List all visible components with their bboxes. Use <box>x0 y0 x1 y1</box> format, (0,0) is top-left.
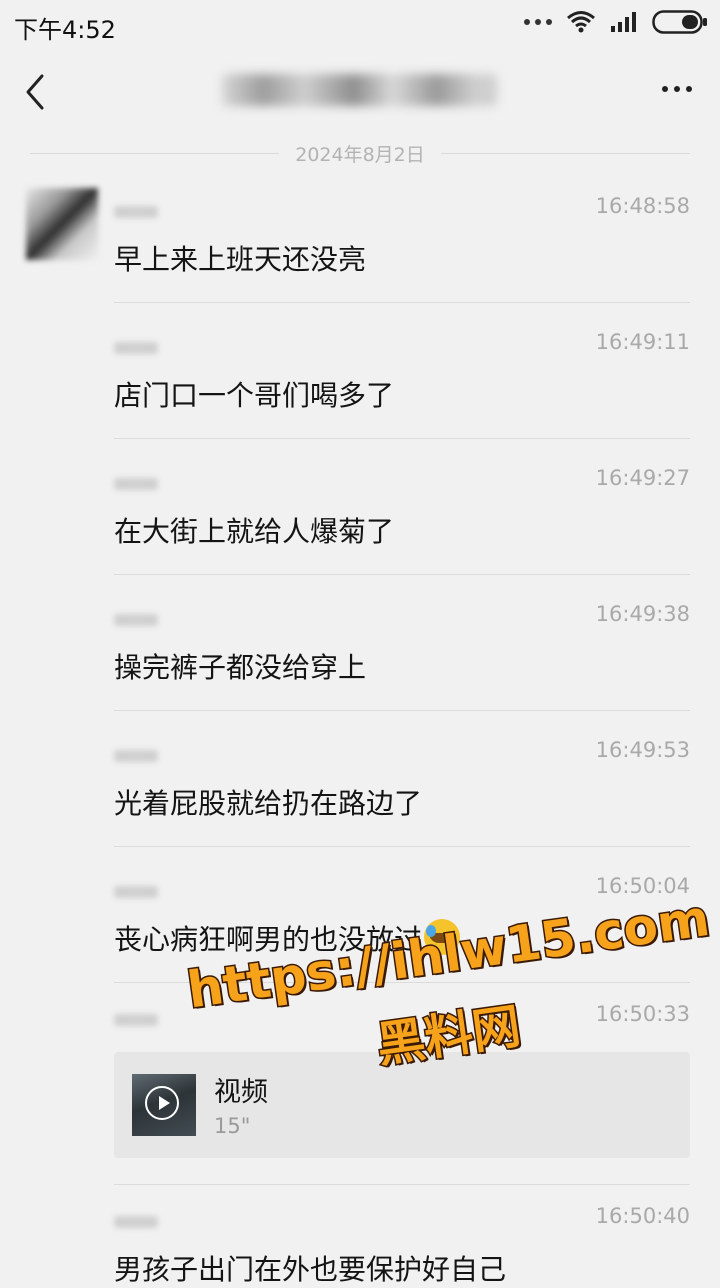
sender-name-blurred <box>114 750 158 762</box>
divider <box>114 438 690 439</box>
message-text[interactable]: 男孩子出门在外也要保护好自己 <box>114 1248 506 1288</box>
divider <box>114 1184 690 1185</box>
video-duration: 15" <box>214 1114 251 1138</box>
play-icon <box>145 1086 179 1120</box>
message-time: 16:49:11 <box>595 330 690 354</box>
message-text[interactable]: 早上来上班天还没亮 <box>114 238 366 278</box>
message-time: 16:50:40 <box>595 1204 690 1228</box>
chat-title-blurred <box>222 74 497 106</box>
signal-icon <box>611 12 636 32</box>
battery-icon <box>652 10 707 34</box>
avatar[interactable] <box>26 188 98 260</box>
sender-name-blurred <box>114 1216 158 1228</box>
sender-name-blurred <box>114 206 158 218</box>
sender-name-blurred <box>114 342 158 354</box>
back-button[interactable] <box>18 70 58 114</box>
video-message-card[interactable]: 视频 15" <box>114 1052 690 1158</box>
message-time: 16:49:38 <box>595 602 690 626</box>
message-time: 16:49:53 <box>595 738 690 762</box>
status-time: 下午4:52 <box>14 16 116 44</box>
chat-header <box>0 50 720 136</box>
sender-name-blurred <box>114 1014 158 1026</box>
status-icons <box>524 10 708 34</box>
divider <box>114 302 690 303</box>
message-text[interactable]: 操完裤子都没给穿上 <box>114 646 366 686</box>
divider <box>114 846 690 847</box>
crying-laughing-emoji-icon <box>424 919 461 955</box>
date-label: 2024年8月2日 <box>295 143 425 166</box>
message-time: 16:50:33 <box>595 1002 690 1026</box>
sender-name-blurred <box>114 886 158 898</box>
message-time: 16:48:58 <box>595 194 690 218</box>
wifi-icon <box>567 11 595 33</box>
chevron-left-icon <box>26 74 44 110</box>
video-thumbnail[interactable] <box>132 1074 196 1136</box>
message-text[interactable]: 在大街上就给人爆菊了 <box>114 510 394 550</box>
message-text[interactable]: 光着屁股就给扔在路边了 <box>114 782 422 822</box>
video-title: 视频 <box>214 1077 268 1108</box>
divider <box>114 574 690 575</box>
message-time: 16:50:04 <box>595 874 690 898</box>
date-divider: 2024年8月2日 <box>30 138 690 168</box>
more-options-button[interactable] <box>662 86 692 92</box>
divider <box>114 982 690 983</box>
status-bar: 下午4:52 <box>0 0 720 50</box>
sender-name-blurred <box>114 478 158 490</box>
sender-name-blurred <box>114 614 158 626</box>
more-dots-icon <box>524 19 552 25</box>
message-text[interactable]: 丧心病狂啊男的也没放过 <box>114 918 461 958</box>
divider <box>114 710 690 711</box>
more-horizontal-icon <box>662 86 668 92</box>
message-text[interactable]: 店门口一个哥们喝多了 <box>114 374 394 414</box>
message-time: 16:49:27 <box>595 466 690 490</box>
